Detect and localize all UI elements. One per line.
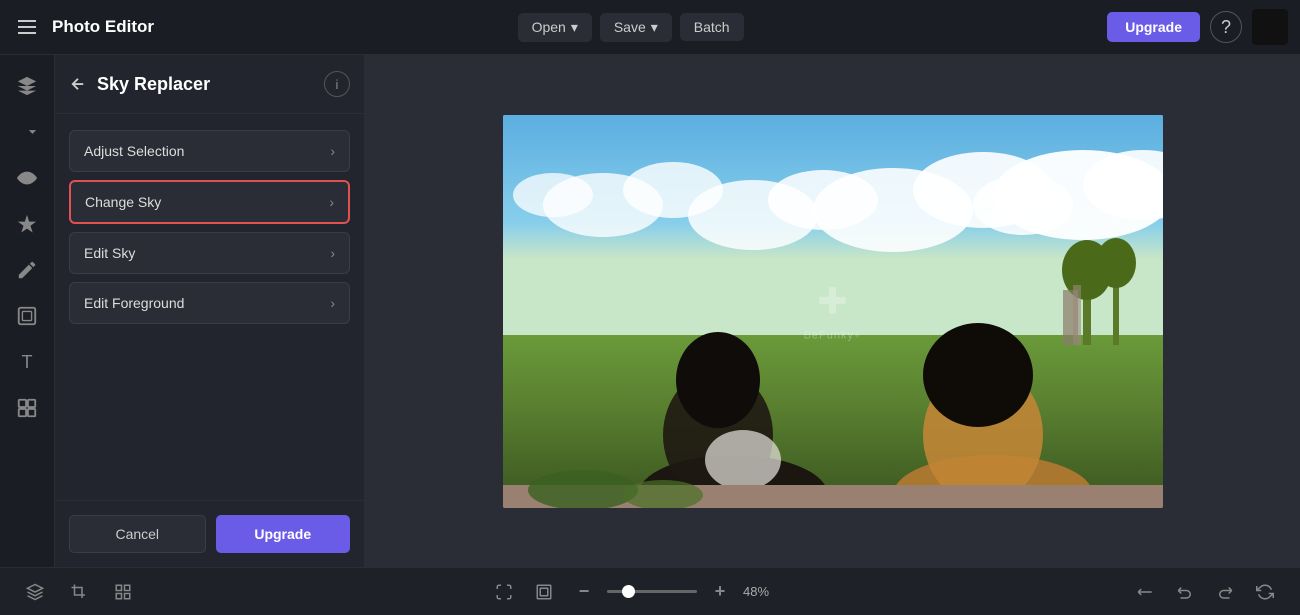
tool-panel: Sky Replacer i Adjust Selection › Change… — [55, 55, 365, 567]
header-right: Upgrade ? — [1107, 9, 1288, 45]
open-chevron-icon: ▾ — [571, 19, 578, 36]
canvas-area: ✚ BeFunky+ — [365, 55, 1300, 567]
stickers-icon[interactable] — [6, 387, 48, 429]
cancel-button[interactable]: Cancel — [69, 515, 206, 553]
save-button[interactable]: Save ▾ — [600, 13, 672, 42]
user-avatar[interactable] — [1252, 9, 1288, 45]
edit-sky-label: Edit Sky — [84, 245, 135, 261]
info-button[interactable]: i — [324, 71, 350, 97]
edit-foreground-option[interactable]: Edit Foreground › — [69, 282, 350, 324]
save-chevron-icon: ▾ — [651, 19, 658, 36]
change-sky-option[interactable]: Change Sky › — [69, 180, 350, 224]
photo-svg — [503, 115, 1163, 508]
brush-icon[interactable] — [6, 249, 48, 291]
zoom-control: − + 48% — [569, 577, 779, 607]
reset-button[interactable] — [1250, 577, 1280, 607]
adjust-selection-label: Adjust Selection — [84, 143, 184, 159]
undo-button[interactable] — [1170, 577, 1200, 607]
zoom-in-button[interactable]: + — [705, 577, 735, 607]
crop-bottom-button[interactable] — [64, 577, 94, 607]
edit-foreground-chevron: › — [330, 295, 335, 311]
photo-container: ✚ BeFunky+ — [503, 115, 1163, 508]
batch-button[interactable]: Batch — [680, 13, 744, 41]
frames-icon[interactable] — [6, 295, 48, 337]
magic-icon[interactable] — [6, 203, 48, 245]
panel-actions: Cancel Upgrade — [55, 500, 364, 567]
panel-title: Sky Replacer — [97, 74, 314, 95]
edit-sky-chevron: › — [330, 245, 335, 261]
main-area: T Sky Replacer i Adjust Selection › Chan… — [0, 55, 1300, 567]
grid-bottom-button[interactable] — [108, 577, 138, 607]
upgrade-button[interactable]: Upgrade — [1107, 12, 1200, 42]
adjustments-icon[interactable] — [6, 111, 48, 153]
eye-icon[interactable] — [6, 157, 48, 199]
zoom-out-button[interactable]: − — [569, 577, 599, 607]
back-button[interactable] — [69, 75, 87, 93]
adjust-selection-chevron: › — [330, 143, 335, 159]
edit-sky-option[interactable]: Edit Sky › — [69, 232, 350, 274]
adjust-selection-option[interactable]: Adjust Selection › — [69, 130, 350, 172]
layers-icon[interactable] — [6, 65, 48, 107]
redo-button[interactable] — [1210, 577, 1240, 607]
layers-bottom-button[interactable] — [20, 577, 50, 607]
bottom-center-tools: − + 48% — [489, 577, 779, 607]
edit-foreground-label: Edit Foreground — [84, 295, 184, 311]
crop-ratio-button[interactable] — [529, 577, 559, 607]
change-sky-label: Change Sky — [85, 194, 161, 210]
header: Photo Editor Open ▾ Save ▾ Batch Upgrade… — [0, 0, 1300, 55]
panel-header: Sky Replacer i — [55, 55, 364, 114]
icon-sidebar: T — [0, 55, 55, 567]
flip-button[interactable] — [1130, 577, 1160, 607]
bottom-left-tools — [20, 577, 138, 607]
header-center: Open ▾ Save ▾ Batch — [154, 13, 1107, 42]
fit-screen-button[interactable] — [489, 577, 519, 607]
help-button[interactable]: ? — [1210, 11, 1242, 43]
open-button[interactable]: Open ▾ — [518, 13, 592, 42]
text-icon[interactable]: T — [6, 341, 48, 383]
photo-canvas[interactable]: ✚ BeFunky+ — [503, 115, 1163, 508]
hamburger-menu[interactable] — [12, 16, 42, 38]
header-left: Photo Editor — [12, 16, 154, 38]
zoom-percentage: 48% — [743, 584, 779, 599]
options-list: Adjust Selection › Change Sky › Edit Sky… — [55, 114, 364, 500]
zoom-slider[interactable] — [607, 590, 697, 593]
bottom-right-tools — [1130, 577, 1280, 607]
change-sky-chevron: › — [329, 194, 334, 210]
upgrade-panel-button[interactable]: Upgrade — [216, 515, 351, 553]
bottom-toolbar: − + 48% — [0, 567, 1300, 615]
app-title: Photo Editor — [52, 17, 154, 37]
